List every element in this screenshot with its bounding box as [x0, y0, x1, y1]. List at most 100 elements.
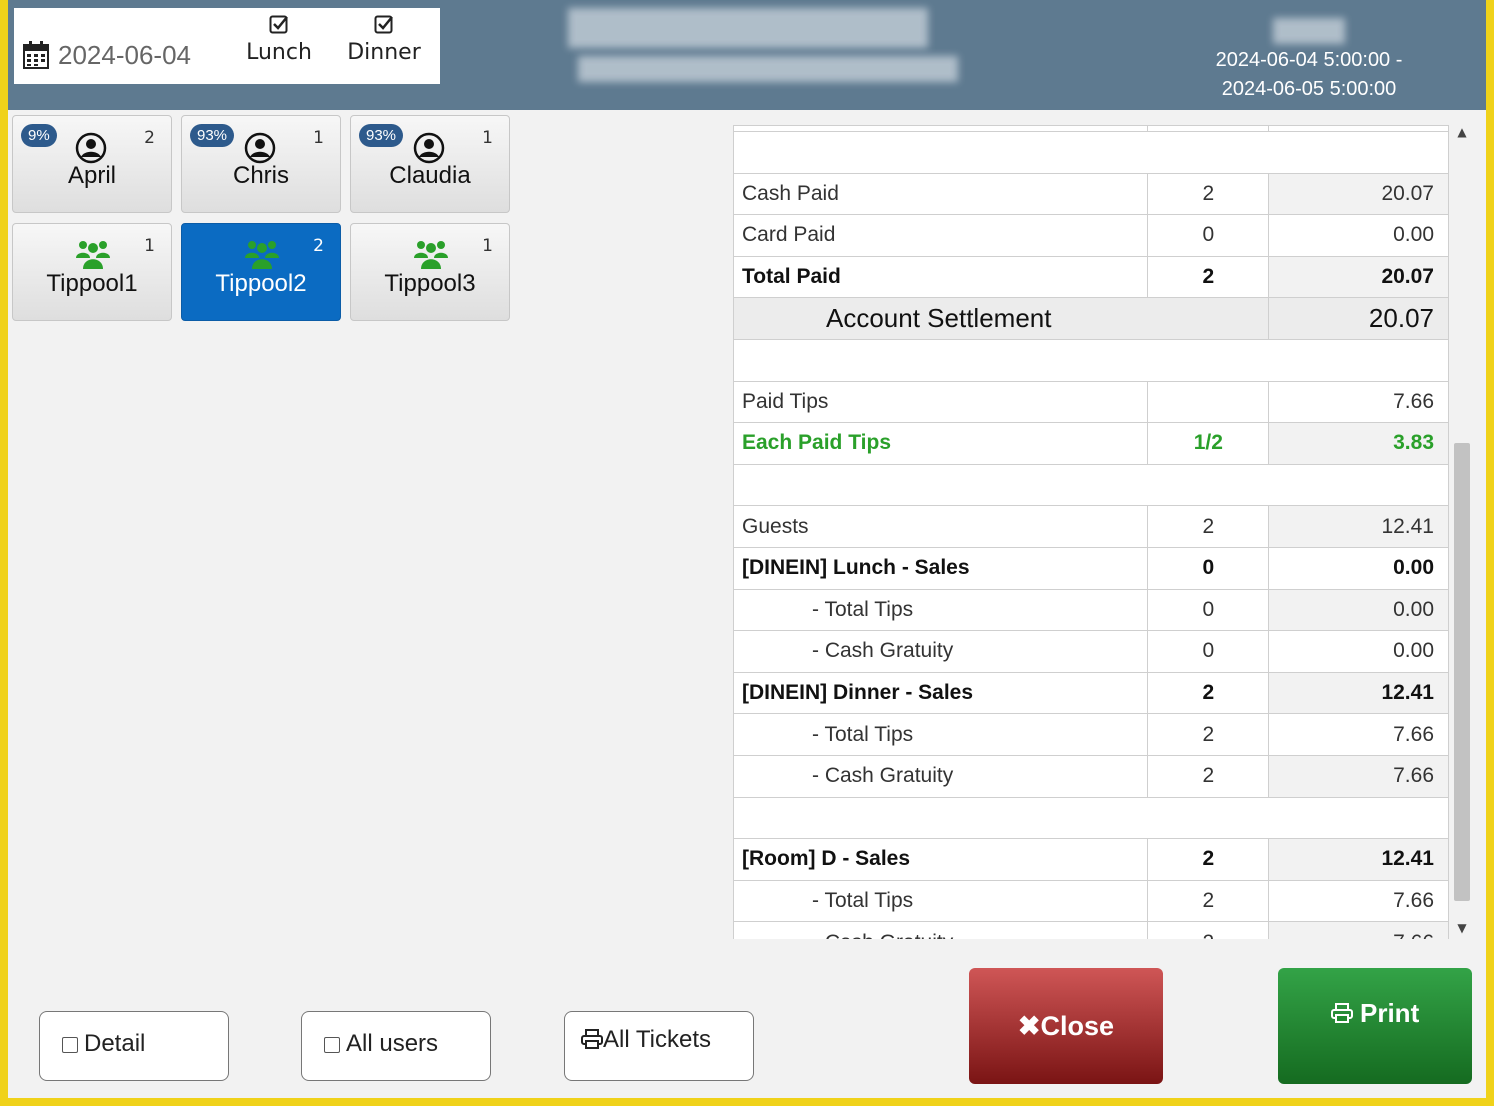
row-count: 2 — [1147, 713, 1270, 756]
row-amount: 7.66 — [1268, 754, 1449, 798]
table-row — [733, 338, 1449, 382]
lunch-toggle[interactable]: Lunch — [246, 14, 312, 65]
range-end: 2024-06-05 5:00:00 — [1221, 78, 1397, 100]
tile-name: Chris — [232, 162, 289, 189]
tile-count: 2 — [144, 128, 155, 148]
table-row: - Total Tips 2 7.66 — [733, 879, 1449, 923]
checkbox-icon — [324, 1036, 340, 1053]
row-label: Each Paid Tips — [733, 422, 1149, 465]
row-count — [1147, 380, 1270, 424]
pool-tile-tippool1[interactable]: 1 Tippool1 — [12, 223, 172, 321]
pool-tile-tippool2[interactable]: 2 Tippool2 — [181, 223, 341, 321]
scroll-down-arrow-icon[interactable]: ▼ — [1451, 921, 1473, 939]
table-row: [DINEIN] Dinner - Sales 2 12.41 — [733, 671, 1449, 715]
row-label: [DINEIN] Dinner - Sales — [733, 671, 1149, 715]
lunch-label: Lunch — [246, 40, 312, 65]
staff-tile-chris[interactable]: 93% 1 Chris — [181, 115, 341, 213]
redacted-label — [1273, 18, 1345, 44]
tile-name: Claudia — [389, 162, 471, 189]
range-start: 2024-06-04 5:00:00 - — [1215, 49, 1403, 71]
row-count: 2 — [1147, 671, 1270, 715]
person-icon — [75, 132, 107, 164]
staff-tile-april[interactable]: 9% 2 April — [12, 115, 172, 213]
row-count: 0 — [1147, 588, 1270, 632]
table-row: Card Paid 0 0.00 — [733, 214, 1449, 257]
tile-name: April — [67, 162, 116, 189]
printer-icon — [581, 1029, 603, 1049]
scroll-up-arrow-icon[interactable]: ▲ — [1451, 125, 1473, 143]
person-icon — [413, 132, 445, 164]
table-row: Each Paid Tips 1/2 3.83 — [733, 422, 1449, 465]
row-amount: 20.07 — [1268, 255, 1449, 299]
date-filter: 2024-06-04 Lunch Dinner — [14, 8, 440, 84]
close-label: Close — [1040, 1011, 1115, 1041]
row-count: 2 — [1147, 921, 1270, 939]
row-amount: 12.41 — [1268, 505, 1449, 548]
group-icon — [414, 241, 448, 269]
table-row: - Cash Gratuity 0 0.00 — [733, 630, 1449, 673]
print-button[interactable]: Print — [1278, 968, 1472, 1084]
row-label: - Cash Gratuity — [733, 630, 1149, 673]
close-button[interactable]: ✖Close — [969, 968, 1163, 1084]
row-count: 2 — [1147, 879, 1270, 923]
group-icon — [76, 241, 110, 269]
printer-icon — [1330, 1003, 1353, 1023]
row-label: [Room] D - Sales — [733, 838, 1149, 881]
row-count: 2 — [1147, 505, 1270, 548]
staff-tile-claudia[interactable]: 93% 1 Claudia — [350, 115, 510, 213]
table-row: - Total Tips 0 0.00 — [733, 588, 1449, 632]
pool-tile-tippool3[interactable]: 1 Tippool3 — [350, 223, 510, 321]
tile-name: Tippool2 — [215, 270, 307, 297]
row-amount: 12.41 — [1268, 838, 1449, 881]
row-count: 2 — [1147, 838, 1270, 881]
all-users-label: All users — [346, 1030, 439, 1057]
row-amount: 0.00 — [1268, 214, 1449, 257]
row-label: - Total Tips — [733, 879, 1149, 923]
row-amount: 20.07 — [1268, 172, 1449, 216]
all-users-checkbox-button[interactable]: All users — [301, 1011, 491, 1081]
row-label: Total Paid — [733, 255, 1149, 299]
report-panel[interactable]: Cash Paid 2 20.07 Card Paid 0 0.00 Total… — [733, 125, 1449, 939]
row-label: - Total Tips — [733, 588, 1149, 632]
row-amount: 7.66 — [1268, 713, 1449, 756]
row-count: 2 — [1147, 172, 1270, 216]
row-amount: 0.00 — [1268, 588, 1449, 632]
row-count: 0 — [1147, 214, 1270, 257]
row-label: - Cash Gratuity — [733, 921, 1149, 939]
detail-checkbox-button[interactable]: Detail — [39, 1011, 229, 1081]
date-value[interactable]: 2024-06-04 — [58, 40, 191, 71]
table-row: [DINEIN] Lunch - Sales 0 0.00 — [733, 546, 1449, 590]
report-scrollbar[interactable]: ▲ ▼ — [1451, 125, 1473, 939]
table-row: - Cash Gratuity 2 7.66 — [733, 921, 1449, 939]
checkbox-checked-icon — [374, 15, 393, 34]
all-tickets-label: All Tickets — [603, 1026, 712, 1053]
row-amount: 3.83 — [1268, 422, 1449, 465]
calendar-icon[interactable] — [22, 40, 50, 70]
table-row — [733, 796, 1449, 840]
checkbox-icon — [62, 1036, 78, 1053]
percent-badge: 93% — [190, 124, 235, 147]
group-icon — [245, 241, 279, 269]
dinner-toggle[interactable]: Dinner — [344, 14, 424, 65]
settlement-amount: 20.07 — [1268, 297, 1449, 340]
checkbox-checked-icon — [269, 15, 288, 34]
table-row: - Total Tips 2 7.66 — [733, 713, 1449, 756]
table-row — [733, 463, 1449, 507]
table-row: [Room] D - Sales 2 12.41 — [733, 838, 1449, 881]
row-count: 0 — [1147, 546, 1270, 590]
table-row — [733, 131, 1449, 174]
close-icon: ✖ — [1017, 1011, 1041, 1041]
tile-count: 2 — [313, 236, 324, 256]
row-label: Paid Tips — [733, 380, 1149, 424]
row-count: 0 — [1147, 630, 1270, 673]
table-row: Guests 2 12.41 — [733, 505, 1449, 548]
tile-count: 1 — [144, 236, 155, 256]
row-amount: 7.66 — [1268, 921, 1449, 939]
row-label: - Cash Gratuity — [733, 754, 1149, 798]
report-table: Cash Paid 2 20.07 Card Paid 0 0.00 Total… — [733, 125, 1449, 939]
row-count: 2 — [1147, 255, 1270, 299]
tile-count: 1 — [482, 236, 493, 256]
dinner-label: Dinner — [347, 40, 421, 65]
scroll-thumb[interactable] — [1454, 443, 1470, 901]
all-tickets-button[interactable]: All Tickets — [564, 1011, 754, 1081]
